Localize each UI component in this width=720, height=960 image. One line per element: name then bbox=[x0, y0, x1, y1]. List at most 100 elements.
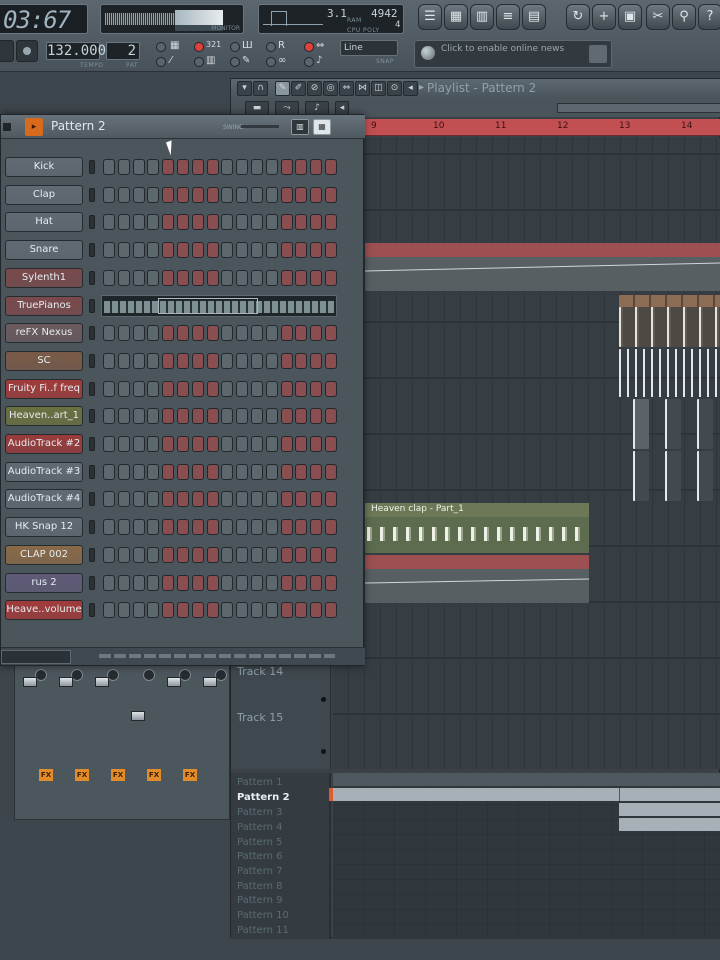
step-button[interactable] bbox=[221, 408, 234, 425]
step-button[interactable] bbox=[310, 574, 323, 591]
step-button[interactable] bbox=[310, 214, 323, 231]
step-button[interactable] bbox=[147, 352, 160, 369]
step-button[interactable] bbox=[206, 546, 219, 563]
step-button[interactable] bbox=[280, 214, 293, 231]
step-button[interactable] bbox=[177, 159, 189, 175]
step-button[interactable] bbox=[236, 380, 249, 397]
step-button[interactable] bbox=[177, 408, 189, 425]
select-tool-icon[interactable]: ◫ bbox=[371, 81, 386, 96]
step-button[interactable] bbox=[177, 602, 189, 619]
step-button[interactable] bbox=[103, 242, 115, 259]
step-button[interactable] bbox=[147, 214, 160, 231]
step-button[interactable] bbox=[206, 436, 219, 452]
step-button[interactable] bbox=[132, 325, 145, 342]
channel-button[interactable]: Clap bbox=[5, 184, 83, 205]
step-seq-view-button[interactable]: ▦ bbox=[444, 4, 468, 30]
step-button[interactable] bbox=[310, 186, 323, 203]
step-button[interactable] bbox=[206, 519, 219, 536]
step-button[interactable] bbox=[132, 242, 145, 259]
online-news-panel[interactable]: Click to enable online news bbox=[414, 40, 612, 68]
graph-editor-icon[interactable]: ▥ bbox=[291, 119, 309, 135]
piano-roll-view-button[interactable]: ▥ bbox=[470, 4, 494, 30]
step-button[interactable] bbox=[295, 214, 308, 231]
channel-button[interactable]: reFX Nexus bbox=[5, 323, 83, 344]
step-button[interactable] bbox=[117, 325, 130, 342]
step-button[interactable] bbox=[251, 186, 263, 203]
step-button[interactable] bbox=[162, 325, 175, 342]
channel-select-led[interactable] bbox=[89, 270, 95, 285]
step-button[interactable] bbox=[191, 519, 204, 536]
step-button[interactable] bbox=[265, 159, 278, 175]
channel-button[interactable]: rus 2 bbox=[5, 572, 83, 593]
step-button[interactable] bbox=[147, 463, 160, 480]
metronome-toggle-2[interactable] bbox=[304, 57, 314, 67]
timeline-ruler[interactable]: 9 10 11 12 13 14 bbox=[365, 119, 720, 136]
step-button[interactable] bbox=[265, 574, 278, 591]
step-button[interactable] bbox=[206, 186, 219, 203]
step-button[interactable] bbox=[295, 574, 308, 591]
step-button[interactable] bbox=[265, 519, 278, 536]
undo-icon[interactable]: ↻ bbox=[566, 4, 590, 30]
clip-block-1[interactable] bbox=[633, 399, 649, 449]
track-14-led[interactable] bbox=[321, 697, 326, 702]
pattern-item[interactable]: Pattern 3 bbox=[237, 807, 283, 818]
step-button[interactable] bbox=[132, 408, 145, 425]
step-button[interactable] bbox=[325, 269, 337, 286]
step-button[interactable] bbox=[162, 352, 175, 369]
step-button[interactable] bbox=[103, 519, 115, 536]
audio-clip-spikes[interactable] bbox=[619, 349, 720, 397]
step-button[interactable] bbox=[251, 436, 263, 452]
step-seq-title[interactable]: Pattern 2 bbox=[51, 119, 106, 133]
step-button[interactable] bbox=[325, 214, 337, 231]
step-button[interactable] bbox=[191, 159, 204, 175]
mute-tool-icon[interactable]: ◎ bbox=[323, 81, 338, 96]
new-file-icon[interactable]: + bbox=[592, 4, 616, 30]
slip-tool-icon[interactable]: ⇔ bbox=[339, 81, 354, 96]
step-button[interactable] bbox=[206, 380, 219, 397]
step-seq-menu-icon[interactable]: ▸ bbox=[25, 118, 43, 136]
step-button[interactable] bbox=[147, 186, 160, 203]
volume-fader[interactable] bbox=[131, 711, 145, 721]
save-icon[interactable]: ▣ bbox=[618, 4, 642, 30]
mixer-view-button[interactable]: ▤ bbox=[522, 4, 546, 30]
help-icon[interactable]: ? bbox=[698, 4, 720, 30]
draw-tool-icon[interactable]: ✎ bbox=[275, 81, 290, 96]
step-button[interactable] bbox=[117, 574, 130, 591]
channel-button[interactable]: HK Snap 12 bbox=[5, 517, 83, 538]
channel-button[interactable]: Snare bbox=[5, 240, 83, 261]
step-button[interactable] bbox=[132, 186, 145, 203]
step-button[interactable] bbox=[310, 325, 323, 342]
step-button[interactable] bbox=[221, 352, 234, 369]
channel-select-led[interactable] bbox=[89, 464, 95, 479]
search-icon[interactable]: ⚲ bbox=[672, 4, 696, 30]
step-button[interactable] bbox=[162, 408, 175, 425]
channel-select-led[interactable] bbox=[89, 520, 95, 535]
step-button[interactable] bbox=[325, 242, 337, 259]
step-button[interactable] bbox=[280, 519, 293, 536]
step-button[interactable] bbox=[177, 242, 189, 259]
channel-select-led[interactable] bbox=[89, 603, 95, 618]
step-button[interactable] bbox=[117, 436, 130, 452]
channel-button[interactable]: CLAP 002 bbox=[5, 544, 83, 565]
channel-button[interactable]: Sylenth1 bbox=[5, 267, 83, 288]
step-button[interactable] bbox=[132, 214, 145, 231]
step-button[interactable] bbox=[191, 186, 204, 203]
step-button[interactable] bbox=[206, 214, 219, 231]
step-button[interactable] bbox=[251, 519, 263, 536]
step-button[interactable] bbox=[221, 269, 234, 286]
playback-tool-icon[interactable]: ◂ bbox=[403, 81, 418, 96]
step-button[interactable] bbox=[117, 491, 130, 508]
step-button[interactable] bbox=[162, 269, 175, 286]
step-button[interactable] bbox=[310, 242, 323, 259]
step-button[interactable] bbox=[206, 574, 219, 591]
pattern-clip-headers[interactable] bbox=[619, 295, 720, 307]
channel-button[interactable]: Kick bbox=[5, 157, 83, 177]
step-button[interactable] bbox=[221, 436, 234, 452]
step-button[interactable] bbox=[280, 602, 293, 619]
step-button[interactable] bbox=[221, 546, 234, 563]
channel-select-led[interactable] bbox=[89, 409, 95, 424]
countdown-toggle[interactable] bbox=[194, 42, 204, 52]
step-button[interactable] bbox=[236, 546, 249, 563]
overdub-toggle[interactable] bbox=[230, 57, 240, 67]
pattern-item[interactable]: Pattern 6 bbox=[237, 851, 283, 862]
